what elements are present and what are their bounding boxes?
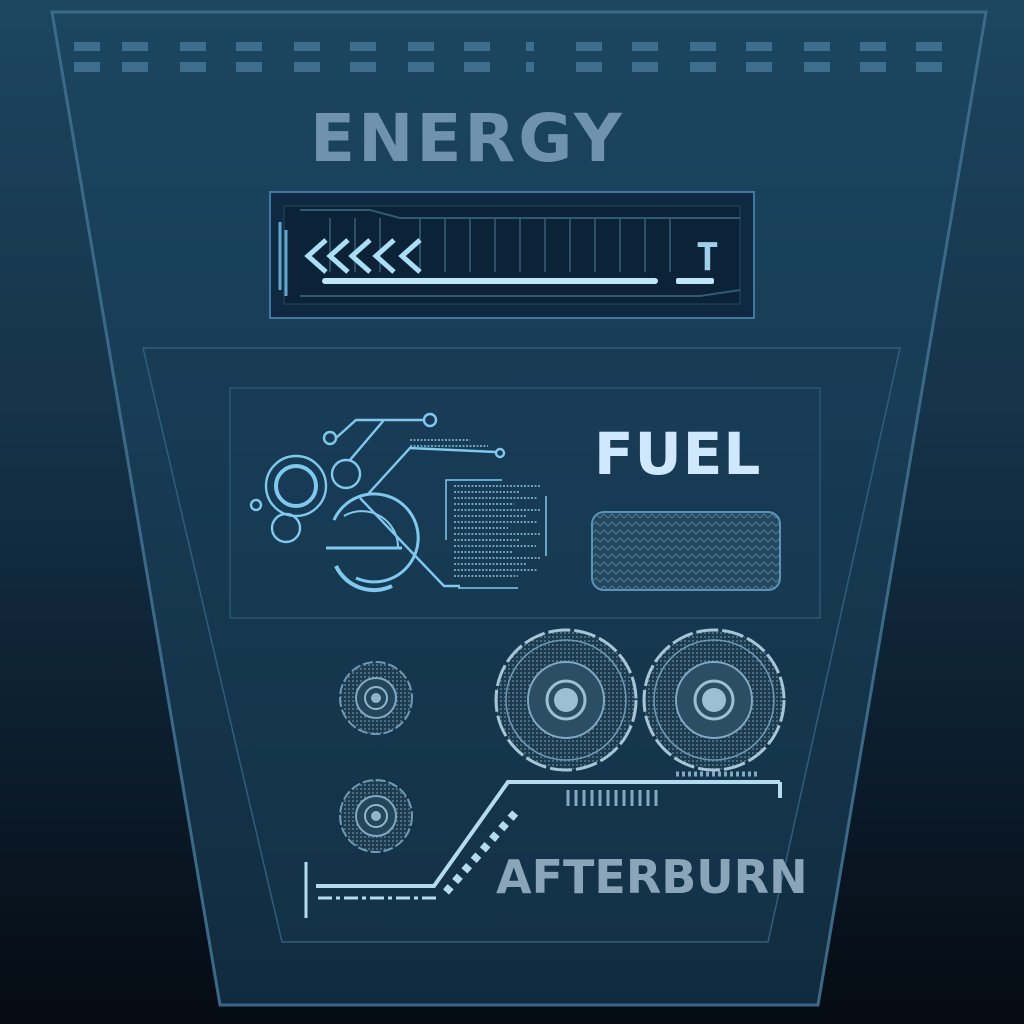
fuel-title: FUEL [594, 420, 762, 488]
afterburn-title: AFTERBURN [496, 850, 808, 904]
energy-indicator-glyph: T [696, 235, 719, 279]
fuel-gauge-icon [591, 511, 781, 591]
energy-bar [269, 191, 755, 319]
energy-title: ENERGY [310, 100, 625, 177]
